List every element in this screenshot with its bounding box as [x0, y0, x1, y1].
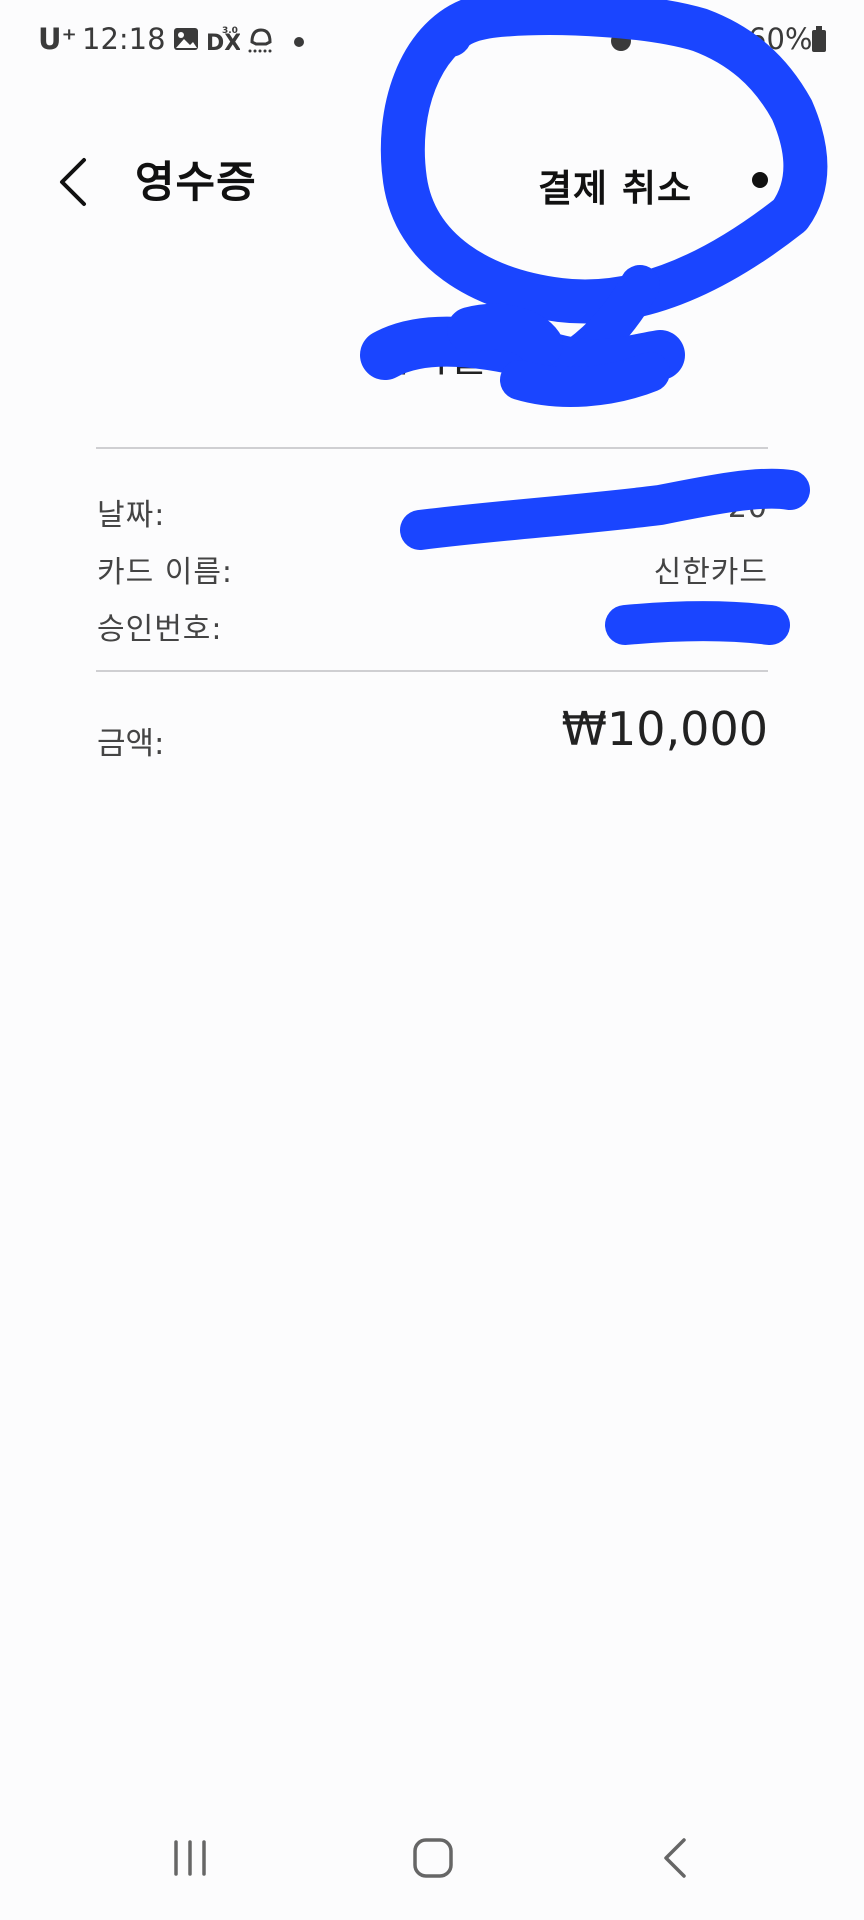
receipt-screen: U⁺ 12:18 DX 3.0 60% 영수증 결제 취소 가마솥 날짜: 20… [0, 0, 864, 1920]
voice-record-icon [248, 28, 272, 53]
date-value: 20 [727, 490, 768, 525]
divider-top [96, 447, 768, 449]
cancel-payment-button[interactable]: 결제 취소 [538, 158, 692, 212]
alarm-icon [611, 31, 631, 51]
marker-scribble [360, 0, 828, 645]
amount-label: 금액: [97, 726, 165, 762]
merchant-name: 가마솥 [375, 335, 489, 381]
chevron-left-icon[interactable] [44, 150, 108, 214]
recent-apps-icon[interactable] [150, 1818, 230, 1898]
status-time: 12:18 [82, 22, 166, 56]
status-bar: U⁺ 12:18 DX 3.0 60% [0, 0, 864, 84]
app-header: 영수증 결제 취소 [0, 130, 864, 230]
approval-number-label: 승인번호: [97, 612, 223, 647]
notification-dot-icon [294, 37, 304, 47]
amount-value: ₩10,000 [561, 702, 768, 756]
carrier-label: U⁺ [38, 22, 77, 56]
battery-icon [812, 26, 826, 52]
system-navigation-bar [0, 1800, 864, 1920]
more-options-icon[interactable] [752, 172, 768, 188]
card-name-value: 신한카드 [653, 555, 768, 590]
gallery-icon [174, 28, 198, 50]
page-title: 영수증 [135, 158, 257, 208]
battery-percent: 60% [748, 22, 813, 56]
date-label: 날짜: [97, 498, 166, 533]
card-name-label: 카드 이름: [97, 555, 234, 590]
back-icon[interactable] [636, 1818, 716, 1898]
home-icon[interactable] [393, 1818, 473, 1898]
divider-bottom [96, 670, 768, 672]
approval-number-value: 2 [703, 604, 724, 639]
svg-text:3.0: 3.0 [222, 26, 238, 36]
dlx-icon: DX 3.0 [206, 26, 240, 54]
